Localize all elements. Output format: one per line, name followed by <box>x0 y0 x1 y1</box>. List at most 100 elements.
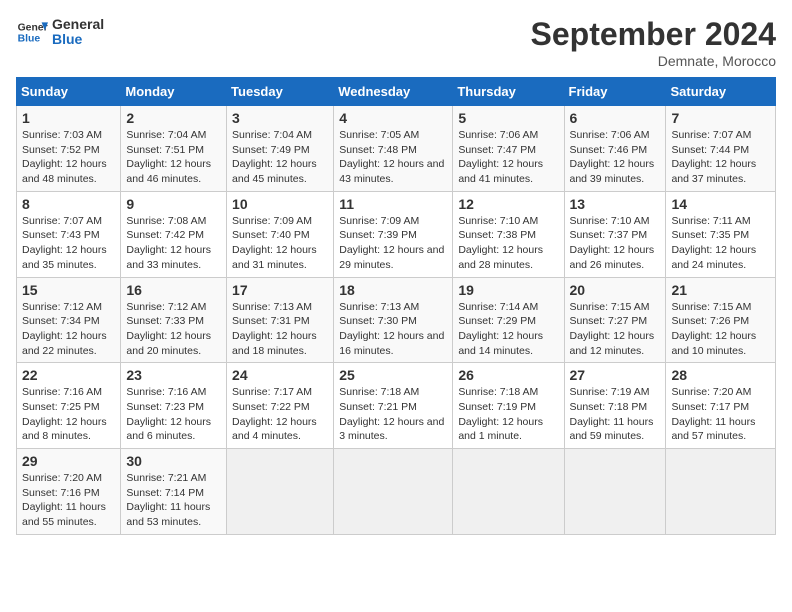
day-info: Sunrise: 7:17 AM Sunset: 7:22 PM Dayligh… <box>232 385 328 444</box>
day-info: Sunrise: 7:08 AM Sunset: 7:42 PM Dayligh… <box>126 214 221 273</box>
day-info: Sunrise: 7:16 AM Sunset: 7:23 PM Dayligh… <box>126 385 221 444</box>
title-area: September 2024 Demnate, Morocco <box>531 16 776 69</box>
table-row: 26 Sunrise: 7:18 AM Sunset: 7:19 PM Dayl… <box>453 363 564 449</box>
col-wednesday: Wednesday <box>334 78 453 106</box>
day-info: Sunrise: 7:16 AM Sunset: 7:25 PM Dayligh… <box>22 385 115 444</box>
day-info: Sunrise: 7:06 AM Sunset: 7:46 PM Dayligh… <box>570 128 661 187</box>
day-info: Sunrise: 7:13 AM Sunset: 7:31 PM Dayligh… <box>232 300 328 359</box>
day-number: 9 <box>126 196 221 212</box>
table-row: 5 Sunrise: 7:06 AM Sunset: 7:47 PM Dayli… <box>453 106 564 192</box>
day-number: 21 <box>671 282 770 298</box>
table-row: 1 Sunrise: 7:03 AM Sunset: 7:52 PM Dayli… <box>17 106 121 192</box>
day-info: Sunrise: 7:14 AM Sunset: 7:29 PM Dayligh… <box>458 300 558 359</box>
day-number: 6 <box>570 110 661 126</box>
day-number: 22 <box>22 367 115 383</box>
day-number: 30 <box>126 453 221 469</box>
day-number: 16 <box>126 282 221 298</box>
day-number: 20 <box>570 282 661 298</box>
day-number: 7 <box>671 110 770 126</box>
day-info: Sunrise: 7:20 AM Sunset: 7:16 PM Dayligh… <box>22 471 115 530</box>
logo: General Blue General Blue <box>16 16 104 48</box>
table-row: 6 Sunrise: 7:06 AM Sunset: 7:46 PM Dayli… <box>564 106 666 192</box>
day-number: 25 <box>339 367 447 383</box>
table-row: 24 Sunrise: 7:17 AM Sunset: 7:22 PM Dayl… <box>227 363 334 449</box>
day-info: Sunrise: 7:10 AM Sunset: 7:37 PM Dayligh… <box>570 214 661 273</box>
table-row: 9 Sunrise: 7:08 AM Sunset: 7:42 PM Dayli… <box>121 191 227 277</box>
day-info: Sunrise: 7:12 AM Sunset: 7:34 PM Dayligh… <box>22 300 115 359</box>
calendar-row: 15 Sunrise: 7:12 AM Sunset: 7:34 PM Dayl… <box>17 277 776 363</box>
day-info: Sunrise: 7:03 AM Sunset: 7:52 PM Dayligh… <box>22 128 115 187</box>
day-number: 19 <box>458 282 558 298</box>
day-info: Sunrise: 7:18 AM Sunset: 7:21 PM Dayligh… <box>339 385 447 444</box>
table-row <box>227 449 334 535</box>
day-number: 4 <box>339 110 447 126</box>
day-number: 29 <box>22 453 115 469</box>
table-row: 30 Sunrise: 7:21 AM Sunset: 7:14 PM Dayl… <box>121 449 227 535</box>
table-row: 2 Sunrise: 7:04 AM Sunset: 7:51 PM Dayli… <box>121 106 227 192</box>
table-row <box>564 449 666 535</box>
day-number: 24 <box>232 367 328 383</box>
day-number: 12 <box>458 196 558 212</box>
day-info: Sunrise: 7:07 AM Sunset: 7:43 PM Dayligh… <box>22 214 115 273</box>
svg-text:Blue: Blue <box>18 34 41 45</box>
day-info: Sunrise: 7:04 AM Sunset: 7:51 PM Dayligh… <box>126 128 221 187</box>
table-row: 15 Sunrise: 7:12 AM Sunset: 7:34 PM Dayl… <box>17 277 121 363</box>
col-sunday: Sunday <box>17 78 121 106</box>
logo-icon: General Blue <box>16 16 48 48</box>
day-number: 18 <box>339 282 447 298</box>
calendar-header-row: Sunday Monday Tuesday Wednesday Thursday… <box>17 78 776 106</box>
table-row: 3 Sunrise: 7:04 AM Sunset: 7:49 PM Dayli… <box>227 106 334 192</box>
month-title: September 2024 <box>531 16 776 53</box>
day-number: 27 <box>570 367 661 383</box>
table-row: 14 Sunrise: 7:11 AM Sunset: 7:35 PM Dayl… <box>666 191 776 277</box>
day-info: Sunrise: 7:15 AM Sunset: 7:27 PM Dayligh… <box>570 300 661 359</box>
table-row: 12 Sunrise: 7:10 AM Sunset: 7:38 PM Dayl… <box>453 191 564 277</box>
day-info: Sunrise: 7:21 AM Sunset: 7:14 PM Dayligh… <box>126 471 221 530</box>
table-row <box>334 449 453 535</box>
day-number: 17 <box>232 282 328 298</box>
table-row: 29 Sunrise: 7:20 AM Sunset: 7:16 PM Dayl… <box>17 449 121 535</box>
day-info: Sunrise: 7:13 AM Sunset: 7:30 PM Dayligh… <box>339 300 447 359</box>
day-number: 3 <box>232 110 328 126</box>
table-row: 13 Sunrise: 7:10 AM Sunset: 7:37 PM Dayl… <box>564 191 666 277</box>
day-number: 26 <box>458 367 558 383</box>
day-info: Sunrise: 7:15 AM Sunset: 7:26 PM Dayligh… <box>671 300 770 359</box>
header: General Blue General Blue September 2024… <box>16 16 776 69</box>
calendar-row: 29 Sunrise: 7:20 AM Sunset: 7:16 PM Dayl… <box>17 449 776 535</box>
table-row: 25 Sunrise: 7:18 AM Sunset: 7:21 PM Dayl… <box>334 363 453 449</box>
day-info: Sunrise: 7:19 AM Sunset: 7:18 PM Dayligh… <box>570 385 661 444</box>
table-row: 10 Sunrise: 7:09 AM Sunset: 7:40 PM Dayl… <box>227 191 334 277</box>
day-number: 1 <box>22 110 115 126</box>
table-row <box>453 449 564 535</box>
logo-blue: Blue <box>52 32 104 47</box>
day-info: Sunrise: 7:04 AM Sunset: 7:49 PM Dayligh… <box>232 128 328 187</box>
day-number: 2 <box>126 110 221 126</box>
col-friday: Friday <box>564 78 666 106</box>
day-info: Sunrise: 7:09 AM Sunset: 7:40 PM Dayligh… <box>232 214 328 273</box>
calendar-row: 22 Sunrise: 7:16 AM Sunset: 7:25 PM Dayl… <box>17 363 776 449</box>
day-info: Sunrise: 7:12 AM Sunset: 7:33 PM Dayligh… <box>126 300 221 359</box>
table-row: 28 Sunrise: 7:20 AM Sunset: 7:17 PM Dayl… <box>666 363 776 449</box>
logo-general: General <box>52 17 104 32</box>
day-number: 15 <box>22 282 115 298</box>
day-info: Sunrise: 7:18 AM Sunset: 7:19 PM Dayligh… <box>458 385 558 444</box>
calendar-row: 8 Sunrise: 7:07 AM Sunset: 7:43 PM Dayli… <box>17 191 776 277</box>
calendar-row: 1 Sunrise: 7:03 AM Sunset: 7:52 PM Dayli… <box>17 106 776 192</box>
location: Demnate, Morocco <box>531 53 776 69</box>
day-info: Sunrise: 7:05 AM Sunset: 7:48 PM Dayligh… <box>339 128 447 187</box>
col-saturday: Saturday <box>666 78 776 106</box>
table-row: 7 Sunrise: 7:07 AM Sunset: 7:44 PM Dayli… <box>666 106 776 192</box>
day-number: 8 <box>22 196 115 212</box>
col-tuesday: Tuesday <box>227 78 334 106</box>
table-row: 18 Sunrise: 7:13 AM Sunset: 7:30 PM Dayl… <box>334 277 453 363</box>
table-row: 4 Sunrise: 7:05 AM Sunset: 7:48 PM Dayli… <box>334 106 453 192</box>
col-thursday: Thursday <box>453 78 564 106</box>
table-row: 20 Sunrise: 7:15 AM Sunset: 7:27 PM Dayl… <box>564 277 666 363</box>
day-number: 11 <box>339 196 447 212</box>
table-row: 17 Sunrise: 7:13 AM Sunset: 7:31 PM Dayl… <box>227 277 334 363</box>
day-number: 5 <box>458 110 558 126</box>
table-row: 16 Sunrise: 7:12 AM Sunset: 7:33 PM Dayl… <box>121 277 227 363</box>
day-number: 28 <box>671 367 770 383</box>
calendar-table: Sunday Monday Tuesday Wednesday Thursday… <box>16 77 776 535</box>
table-row: 23 Sunrise: 7:16 AM Sunset: 7:23 PM Dayl… <box>121 363 227 449</box>
